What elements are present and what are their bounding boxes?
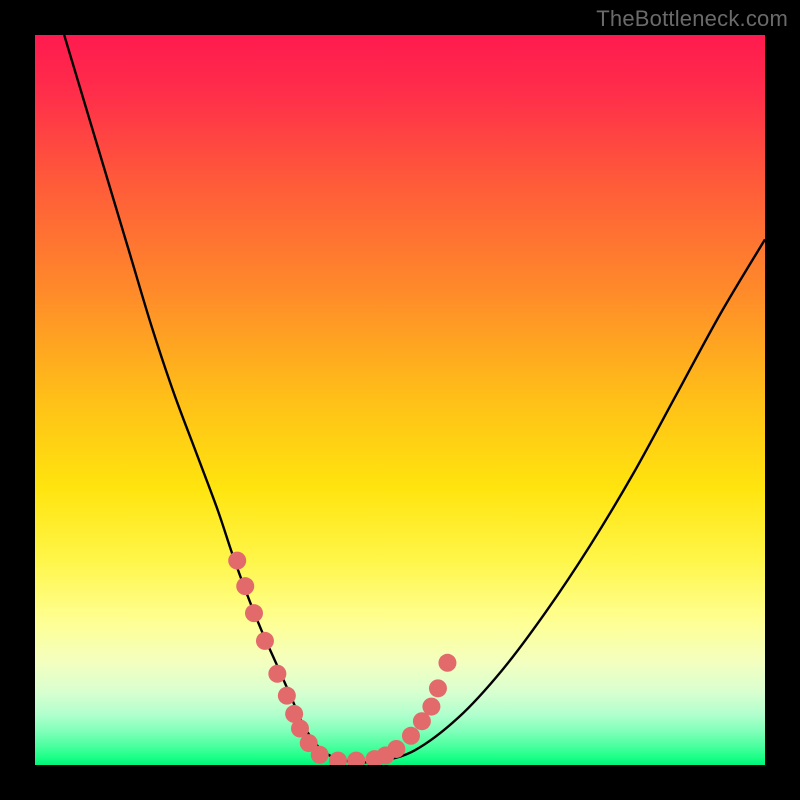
marker-dot xyxy=(422,698,440,716)
bottleneck-curve xyxy=(64,35,765,763)
curve-layer xyxy=(35,35,765,765)
marker-dot xyxy=(429,679,447,697)
marker-dot xyxy=(311,746,329,764)
marker-dot xyxy=(278,687,296,705)
marker-dot xyxy=(329,752,347,765)
marker-dot xyxy=(347,752,365,765)
plot-area xyxy=(35,35,765,765)
marker-dot xyxy=(402,727,420,745)
watermark-text: TheBottleneck.com xyxy=(596,6,788,32)
marker-dot xyxy=(387,740,405,758)
marker-dot xyxy=(245,604,263,622)
marker-dot xyxy=(228,552,246,570)
chart-frame: TheBottleneck.com xyxy=(0,0,800,800)
marker-dot xyxy=(256,632,274,650)
marker-dot xyxy=(268,665,286,683)
marker-dot xyxy=(438,654,456,672)
marker-dot xyxy=(236,577,254,595)
highlighted-points xyxy=(228,552,456,765)
